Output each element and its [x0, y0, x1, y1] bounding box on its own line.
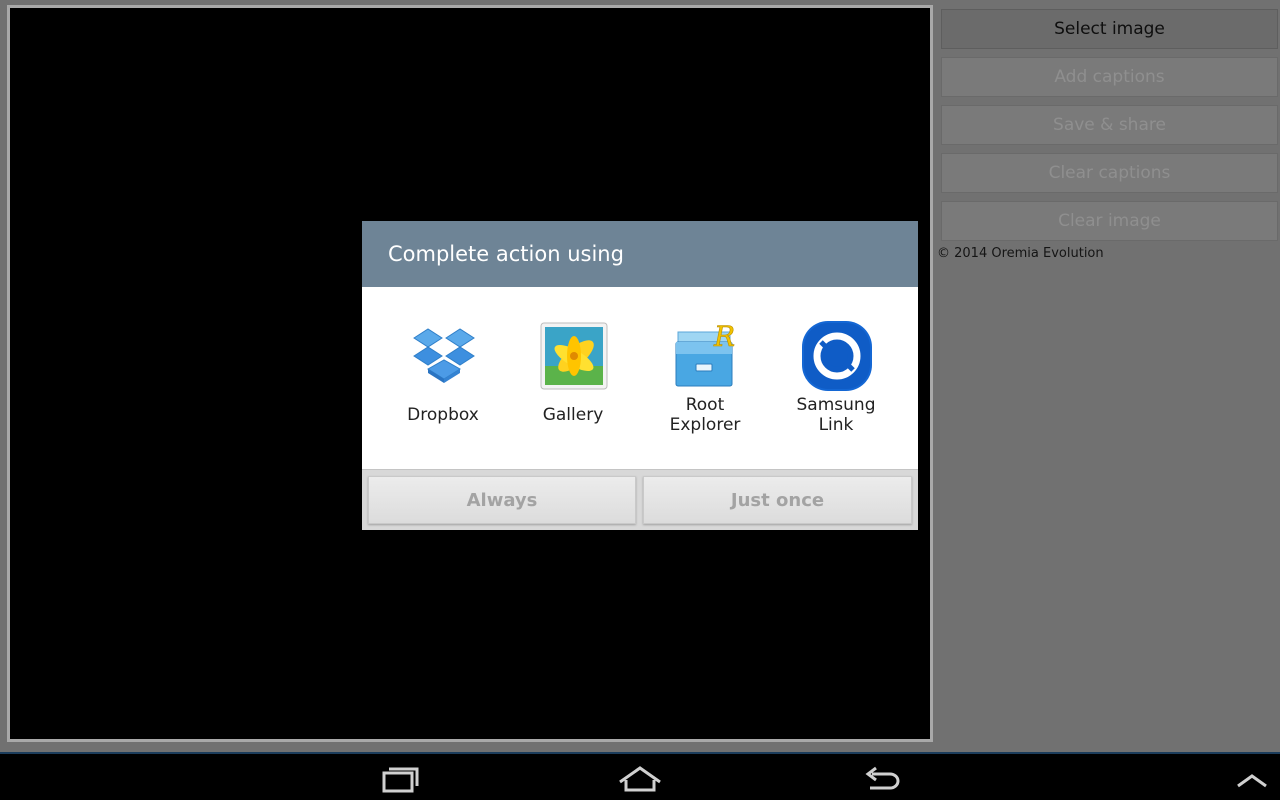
app-item-gallery[interactable]: Gallery: [508, 287, 638, 469]
app-label: Gallery: [542, 405, 604, 425]
app-label-line2: Link: [818, 415, 854, 435]
always-button[interactable]: Always: [368, 476, 636, 524]
app-label-line1: Samsung: [796, 395, 876, 415]
clear-image-button[interactable]: Clear image: [941, 201, 1278, 241]
gallery-icon: [540, 322, 608, 390]
clear-captions-button[interactable]: Clear captions: [941, 153, 1278, 193]
app-label: Dropbox: [407, 405, 479, 425]
app-list: Dropbox Gallery R Root Explorer Samsung …: [362, 287, 918, 469]
app-root: Select image Add captions Save & share C…: [0, 0, 1280, 800]
samsung-link-icon: [802, 321, 872, 391]
root-explorer-icon: R: [675, 320, 735, 387]
app-label-line2: Explorer: [669, 415, 741, 435]
select-image-button[interactable]: Select image: [941, 9, 1278, 49]
dropbox-icon: [413, 328, 475, 383]
app-label-line1: Root: [685, 395, 725, 415]
copyright-text: © 2014 Oremia Evolution: [937, 246, 1104, 261]
app-item-dropbox[interactable]: Dropbox: [378, 287, 508, 469]
app-item-samsung-link[interactable]: Samsung Link: [771, 287, 901, 469]
chevron-up-icon[interactable]: [1222, 760, 1280, 796]
just-once-button[interactable]: Just once: [643, 476, 912, 524]
dialog-title: Complete action using: [362, 221, 918, 287]
home-icon[interactable]: [610, 760, 670, 796]
recent-apps-icon[interactable]: [370, 760, 430, 796]
app-chooser-dialog: Complete action using Dropbox Gallery R …: [362, 221, 918, 530]
right-panel: Select image Add captions Save & share C…: [935, 0, 1280, 752]
add-captions-button[interactable]: Add captions: [941, 57, 1278, 97]
save-share-button[interactable]: Save & share: [941, 105, 1278, 145]
back-icon[interactable]: [852, 760, 912, 796]
svg-text:R: R: [713, 320, 735, 353]
navigation-bar: [0, 752, 1280, 800]
dialog-footer: Always Just once: [362, 469, 918, 530]
app-item-root-explorer[interactable]: R Root Explorer: [640, 287, 770, 469]
